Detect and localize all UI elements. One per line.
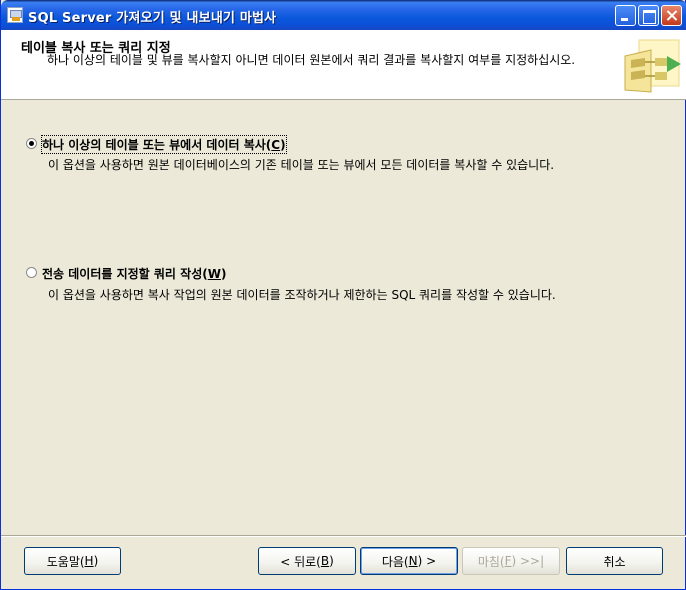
finish-button[interactable]: 마침(F) >>| [462,547,560,575]
bottom-separator [1,535,686,537]
next-button[interactable]: 다음(N) > [360,547,458,575]
copy-tables-label[interactable]: 하나 이상의 테이블 또는 뷰에서 데이터 복사(C) [41,135,287,154]
wizard-window: SQL Server 가져오기 및 내보내기 마법사 테이블 복사 또는 쿼리 … [0,0,686,590]
wizard-header: 테이블 복사 또는 쿼리 지정 하나 이상의 테이블 및 뷰를 복사할지 아니면… [1,30,686,100]
write-query-radio[interactable] [26,267,37,278]
close-button[interactable] [661,5,682,26]
minimize-button[interactable] [615,5,636,26]
page-description: 하나 이상의 테이블 및 뷰를 복사할지 아니면 데이터 원본에서 쿼리 결과를… [47,53,576,67]
write-query-description: 이 옵션을 사용하면 복사 작업의 원본 데이터를 조작하거나 제한하는 SQL… [48,288,556,302]
window-title: SQL Server 가져오기 및 내보내기 마법사 [28,11,277,26]
copy-tables-description: 이 옵션을 사용하면 원본 데이터베이스의 기존 테이블 또는 뷰에서 모든 데… [48,158,555,172]
back-button[interactable]: < 뒤로(B) [258,547,356,575]
title-bar[interactable]: SQL Server 가져오기 및 내보내기 마법사 [1,0,686,30]
maximize-button[interactable] [638,5,659,26]
write-query-label[interactable]: 전송 데이터를 지정할 쿼리 작성(W) [42,265,226,282]
wizard-banner-icon [624,39,681,93]
cancel-button[interactable]: 취소 [566,547,663,575]
copy-tables-radio[interactable] [26,138,37,149]
help-button[interactable]: 도움말(H) [24,547,121,575]
app-icon [7,7,23,23]
